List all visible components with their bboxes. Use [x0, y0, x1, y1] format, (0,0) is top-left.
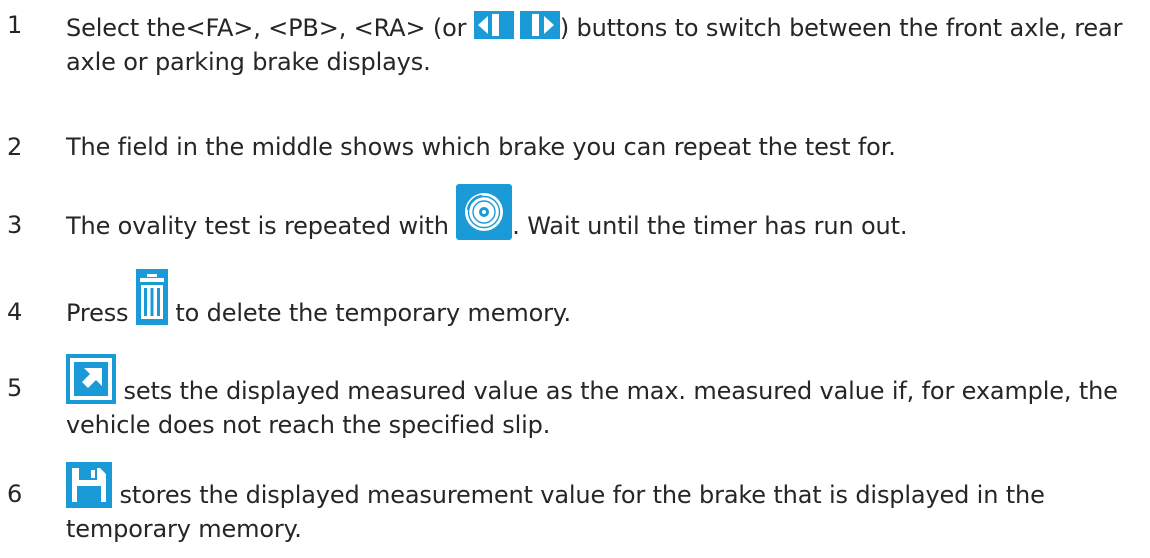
step-text-pre: Select the<FA>, <PB>, <RA> (or [66, 14, 474, 42]
step-text: The field in the middle shows which brak… [66, 133, 896, 161]
step-1: 1 Select the<FA>, <PB>, <RA> (or ) butto… [0, 8, 1150, 80]
step-text-post: to delete the temporary memory. [167, 299, 571, 327]
step-text-post: stores the displayed measurement value f… [66, 481, 1053, 543]
step-text: Press to delete the temporary memory. [66, 269, 1141, 330]
step-number: 2 [7, 133, 23, 161]
step-number: 3 [7, 211, 23, 239]
step-4: 4 Press to delete the temporary memory. [0, 269, 1150, 331]
step-text: The ovality test is repeated with . Wait… [66, 184, 1141, 243]
step-text-post: . Wait until the timer has run out. [512, 212, 908, 240]
save-icon [66, 462, 112, 508]
step-text: sets the displayed measured value as the… [66, 354, 1141, 442]
step-number: 6 [7, 480, 23, 508]
step-text-post: sets the displayed measured value as the… [66, 377, 1126, 439]
step-number: 5 [7, 374, 23, 402]
step-2: 2 The field in the middle shows which br… [0, 130, 1150, 166]
step-text: Select the<FA>, <PB>, <RA> (or ) buttons… [66, 8, 1141, 79]
step-text-pre: The ovality test is repeated with [66, 212, 457, 240]
trash-icon [135, 269, 168, 325]
brake-disc-icon [456, 184, 513, 240]
step-text: stores the displayed measurement value f… [66, 462, 1141, 546]
step-6: 6 stores the displayed measurement value… [0, 462, 1150, 549]
step-3: 3 The ovality test is repeated with . Wa… [0, 184, 1150, 244]
step-5: 5 sets the displayed measured value as t… [0, 354, 1150, 443]
step-number: 1 [7, 11, 23, 39]
step-number: 4 [7, 298, 23, 326]
set-max-icon [66, 354, 116, 404]
step-text-pre: Press [66, 299, 136, 327]
nav-arrows-icon [473, 11, 560, 39]
